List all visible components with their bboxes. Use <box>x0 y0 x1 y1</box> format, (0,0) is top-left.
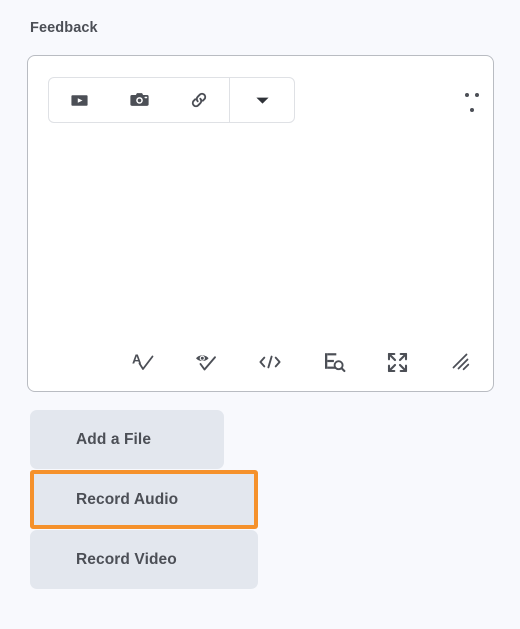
accessibility-check-button[interactable] <box>175 342 239 382</box>
insert-image-button[interactable] <box>109 78 169 122</box>
fullscreen-button[interactable] <box>366 342 430 382</box>
resize-handle-button[interactable] <box>429 342 493 382</box>
rich-text-editor: A <box>27 55 494 392</box>
toolbar-more-options-button[interactable] <box>455 89 489 112</box>
fullscreen-icon <box>386 351 409 374</box>
insert-toolbar-group <box>48 77 295 123</box>
feedback-text-area[interactable] <box>28 126 493 331</box>
spell-check-button[interactable]: A <box>112 342 176 382</box>
record-audio-highlight: Record Audio <box>30 470 258 529</box>
word-count-button[interactable] <box>302 342 366 382</box>
attachment-actions: Add a File Record Audio Record Video <box>30 410 258 589</box>
insert-more-dropdown-button[interactable] <box>230 78 294 122</box>
insert-link-button[interactable] <box>169 78 229 122</box>
editor-toolbar <box>28 56 493 126</box>
insert-video-icon <box>70 91 89 110</box>
html-source-button[interactable] <box>239 342 303 382</box>
add-a-file-button[interactable]: Add a File <box>30 410 224 469</box>
editor-status-bar: A <box>28 333 493 391</box>
record-video-button[interactable]: Record Video <box>30 530 258 589</box>
feedback-panel: Feedback A Add a File Record Audio Recor… <box>0 0 520 629</box>
html-source-icon <box>258 354 282 370</box>
insert-link-icon <box>189 90 209 110</box>
resize-handle-icon <box>451 352 471 372</box>
record-audio-button[interactable]: Record Audio <box>34 474 254 525</box>
insert-video-button[interactable] <box>49 78 109 122</box>
accessibility-check-icon <box>194 351 219 374</box>
chevron-down-icon <box>255 96 270 105</box>
word-count-icon <box>323 351 346 374</box>
insert-image-icon <box>129 91 150 110</box>
spell-check-icon: A <box>131 351 155 374</box>
page-title: Feedback <box>30 20 98 36</box>
ellipsis-icon <box>461 85 483 115</box>
